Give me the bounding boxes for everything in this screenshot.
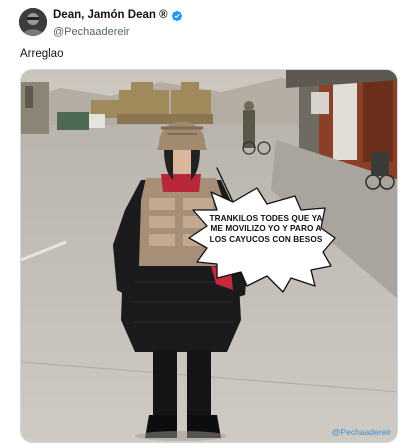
speech-bubble-text: TRANKILOS TODES QUE YA ME MOVILIZO YO Y … (209, 214, 323, 244)
verified-badge-icon (171, 10, 183, 22)
tweet-text: Arreglao (20, 48, 64, 60)
tweet-card: Dean, Jamón Dean ® @Pechaadereir Arregla… (0, 0, 417, 448)
display-name[interactable]: Dean, Jamón Dean ® (53, 9, 168, 22)
image-watermark: @Pechaadereir (331, 427, 391, 437)
tweet-media-image[interactable]: TRANKILOS TODES QUE YA ME MOVILIZO YO Y … (20, 69, 398, 443)
author-handle[interactable]: @Pechaadereir (53, 27, 183, 38)
avatar[interactable] (19, 8, 47, 36)
photo-scene (21, 70, 397, 442)
author-info: Dean, Jamón Dean ® @Pechaadereir (53, 9, 183, 38)
